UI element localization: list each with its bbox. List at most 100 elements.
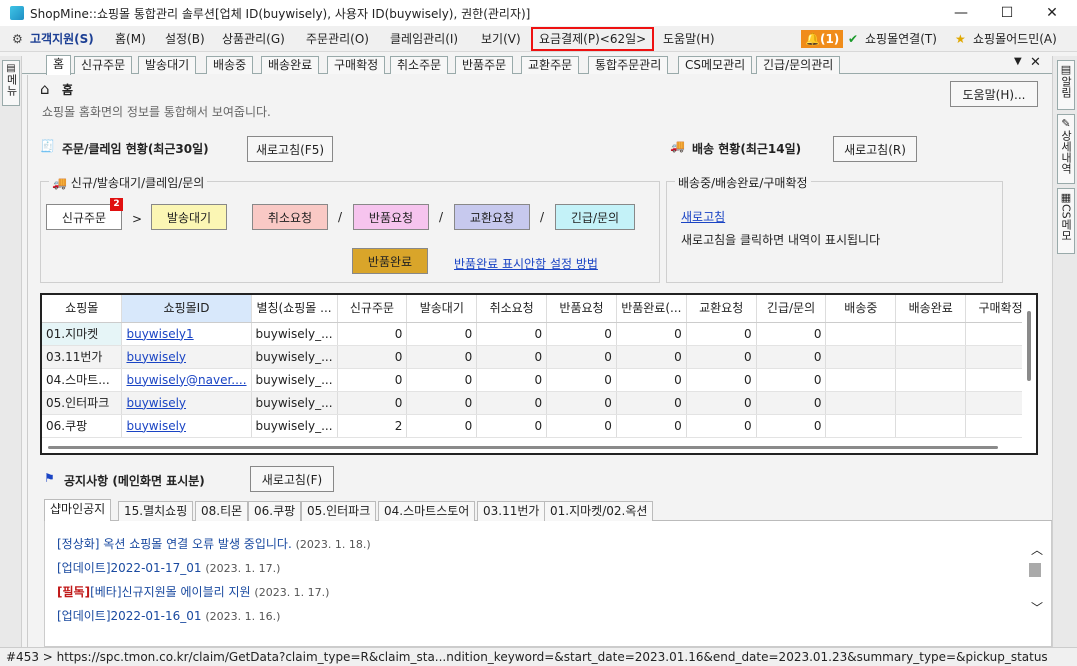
- cancel-request-box[interactable]: 취소요청: [252, 204, 328, 230]
- cell-alias[interactable]: buywisely_...: [251, 345, 338, 369]
- cell-count[interactable]: 0: [686, 322, 757, 346]
- return-done-settings-link[interactable]: 반품완료 표시안함 설정 방법: [454, 255, 598, 272]
- cell-count[interactable]: 0: [337, 345, 408, 369]
- list-item[interactable]: [필독][베타]신규지원몰 에이블리 지원 (2023. 1. 17.): [57, 583, 329, 600]
- tab-urgent-inquiry[interactable]: 긴급/문의관리: [756, 56, 841, 74]
- table-row[interactable]: 06.쿠팡 buywisely buywisely_... 2 0 0 0 0 …: [42, 414, 1036, 438]
- cell-count[interactable]: 0: [616, 345, 687, 369]
- delivery-refresh-link[interactable]: 새로고침: [681, 208, 725, 225]
- tab-delivered[interactable]: 배송완료: [261, 56, 320, 74]
- col-header[interactable]: 쇼핑몰: [42, 295, 123, 323]
- cell-mall-id-link[interactable]: buywisely: [121, 345, 252, 369]
- tab-cs-memo[interactable]: CS메모관리: [678, 56, 753, 74]
- cell-mall-id-link[interactable]: buywisely: [121, 414, 252, 438]
- cell-mall[interactable]: 01.지마켓: [42, 322, 123, 346]
- table-row[interactable]: 03.11번가 buywisely buywisely_... 0 0 0 0 …: [42, 345, 1036, 369]
- col-header[interactable]: 긴급/문의: [756, 295, 827, 323]
- right-tab-alert[interactable]: ▤ 알림: [1057, 60, 1075, 110]
- cell-mall-id-link[interactable]: buywisely1: [121, 322, 252, 346]
- tab-integrated-orders[interactable]: 통합주문관리: [588, 56, 669, 74]
- cell-count[interactable]: 0: [476, 391, 548, 415]
- cell-count[interactable]: 0: [686, 368, 757, 392]
- cell-empty[interactable]: [825, 368, 897, 392]
- col-header[interactable]: 신규주문: [337, 295, 408, 323]
- tab-return-orders[interactable]: 반품주문: [455, 56, 514, 74]
- cell-count[interactable]: 0: [756, 414, 827, 438]
- close-button[interactable]: ✕: [1029, 0, 1075, 26]
- cell-count[interactable]: 0: [406, 345, 478, 369]
- alarm-button[interactable]: 🔔(1): [801, 30, 844, 48]
- table-row[interactable]: 05.인터파크 buywisely buywisely_... 0 0 0 0 …: [42, 391, 1036, 415]
- exchange-request-box[interactable]: 교환요청: [454, 204, 530, 230]
- menu-mall-admin[interactable]: 쇼핑몰어드민(A): [973, 30, 1057, 48]
- cell-count[interactable]: 0: [686, 414, 757, 438]
- right-tab-detail[interactable]: ✎ 상세내역: [1057, 114, 1075, 184]
- cell-count[interactable]: 0: [476, 368, 548, 392]
- cell-count[interactable]: 0: [616, 414, 687, 438]
- col-header[interactable]: 교환요청: [686, 295, 757, 323]
- scroll-thumb[interactable]: [1027, 311, 1031, 381]
- cell-count[interactable]: 0: [406, 391, 478, 415]
- tab-awaiting[interactable]: 발송대기: [138, 56, 197, 74]
- menu-help[interactable]: 도움말(H): [663, 30, 715, 48]
- notice-refresh-button[interactable]: 새로고침(F): [250, 466, 334, 492]
- cell-alias[interactable]: buywisely_...: [251, 368, 338, 392]
- cell-count[interactable]: 0: [337, 368, 408, 392]
- tab-cancel-orders[interactable]: 취소주문: [390, 56, 449, 74]
- tab-purchase-confirmed[interactable]: 구매확정: [327, 56, 386, 74]
- cell-count[interactable]: 0: [337, 391, 408, 415]
- grid-horizontal-scrollbar[interactable]: [42, 441, 1026, 453]
- return-request-box[interactable]: 반품요청: [353, 204, 429, 230]
- cell-count[interactable]: 0: [756, 368, 827, 392]
- cell-empty[interactable]: [825, 391, 897, 415]
- cell-count[interactable]: 0: [476, 322, 548, 346]
- right-tab-cs-memo[interactable]: ▦ CS메모: [1057, 188, 1075, 254]
- menu-support[interactable]: 고객지원(S): [30, 30, 94, 48]
- cell-mall[interactable]: 03.11번가: [42, 345, 123, 369]
- tab-new-orders[interactable]: 신규주문: [74, 56, 133, 74]
- cell-mall[interactable]: 06.쿠팡: [42, 414, 123, 438]
- table-row[interactable]: 04.스마트... buywisely@naver.... buywisely_…: [42, 368, 1036, 392]
- tab-shipping[interactable]: 배송중: [206, 56, 254, 74]
- menu-claims[interactable]: 클레임관리(I): [390, 30, 458, 48]
- cell-empty[interactable]: [895, 414, 967, 438]
- cell-count[interactable]: 0: [337, 322, 408, 346]
- cell-mall[interactable]: 05.인터파크: [42, 391, 123, 415]
- cell-count[interactable]: 0: [546, 345, 617, 369]
- col-header[interactable]: 취소요청: [476, 295, 548, 323]
- cell-count[interactable]: 0: [686, 345, 757, 369]
- awaiting-box[interactable]: 발송대기: [151, 204, 227, 230]
- cell-count[interactable]: 0: [756, 391, 827, 415]
- notice-tab[interactable]: 03.11번가: [477, 501, 546, 521]
- cell-count[interactable]: 0: [546, 368, 617, 392]
- grid-vertical-scrollbar[interactable]: [1022, 295, 1036, 453]
- col-header[interactable]: 쇼핑몰ID: [121, 295, 252, 323]
- scroll-thumb[interactable]: [1029, 563, 1041, 577]
- cell-count[interactable]: 0: [406, 414, 478, 438]
- chevron-up-icon[interactable]: ︿: [1031, 541, 1043, 558]
- col-header[interactable]: 배송완료: [895, 295, 967, 323]
- cell-count[interactable]: 0: [546, 391, 617, 415]
- tab-close-icon[interactable]: ✕: [1030, 55, 1041, 70]
- table-row[interactable]: 01.지마켓 buywisely1 buywisely_... 0 0 0 0 …: [42, 322, 1036, 346]
- col-header[interactable]: 반품완료(...: [616, 295, 687, 323]
- cell-alias[interactable]: buywisely_...: [251, 414, 338, 438]
- help-button[interactable]: 도움말(H)...: [950, 81, 1038, 107]
- cell-count[interactable]: 0: [756, 322, 827, 346]
- list-item[interactable]: [업데이트]2022-01-17_01 (2023. 1. 17.): [57, 559, 280, 576]
- tab-list-dropdown-icon[interactable]: ▼: [1014, 56, 1022, 67]
- cell-alias[interactable]: buywisely_...: [251, 391, 338, 415]
- notice-tab[interactable]: 15.멸치쇼핑: [118, 501, 194, 521]
- list-item[interactable]: [정상화] 옥션 쇼핑몰 연결 오류 발생 중입니다. (2023. 1. 18…: [57, 535, 371, 552]
- menu-view[interactable]: 보기(V): [481, 30, 521, 48]
- col-header[interactable]: 별칭(쇼핑몰 ...: [251, 295, 338, 323]
- scroll-thumb[interactable]: [48, 446, 998, 449]
- col-header[interactable]: 배송중: [825, 295, 897, 323]
- col-header[interactable]: 반품요청: [546, 295, 617, 323]
- cell-count[interactable]: 0: [616, 391, 687, 415]
- cell-count[interactable]: 0: [756, 345, 827, 369]
- order-refresh-button[interactable]: 새로고침(F5): [247, 136, 333, 162]
- notice-tab[interactable]: 샵마인공지: [44, 499, 112, 522]
- notice-tab[interactable]: 06.쿠팡: [248, 501, 302, 521]
- left-menu-toggle[interactable]: ▤ 메뉴: [2, 60, 20, 106]
